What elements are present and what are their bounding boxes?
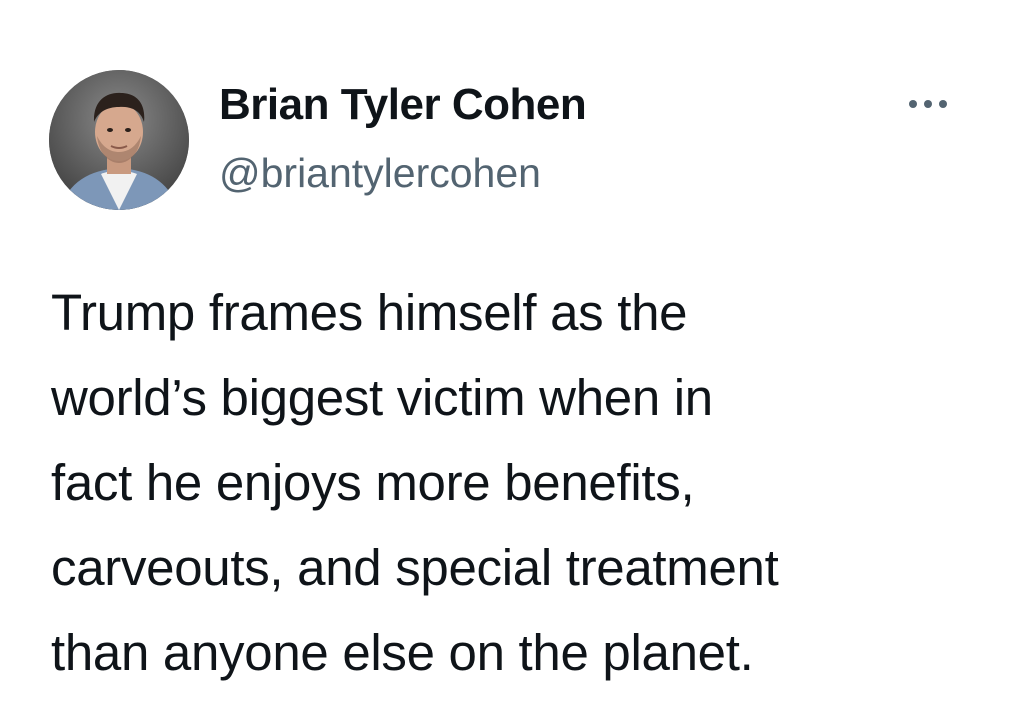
tweet-text-line: than anyone else on the planet. (51, 624, 754, 681)
tweet-text: Trump frames himself as the world’s bigg… (51, 270, 1001, 695)
more-horizontal-icon (924, 100, 932, 108)
tweet-text-line: world’s biggest victim when in (51, 369, 713, 426)
author-handle[interactable]: @briantylercohen (219, 150, 541, 197)
tweet-card: Brian Tyler Cohen @briantylercohen Trump… (0, 0, 1012, 710)
author-display-name[interactable]: Brian Tyler Cohen (219, 80, 587, 130)
tweet-text-line: fact he enjoys more benefits, (51, 454, 695, 511)
tweet-text-line: carveouts, and special treatment (51, 539, 779, 596)
avatar-photo-icon (49, 70, 189, 210)
tweet-text-line: Trump frames himself as the (51, 284, 688, 341)
more-horizontal-icon (939, 100, 947, 108)
author-avatar[interactable] (49, 70, 189, 210)
more-horizontal-icon (909, 100, 917, 108)
more-options-button[interactable] (895, 86, 961, 122)
